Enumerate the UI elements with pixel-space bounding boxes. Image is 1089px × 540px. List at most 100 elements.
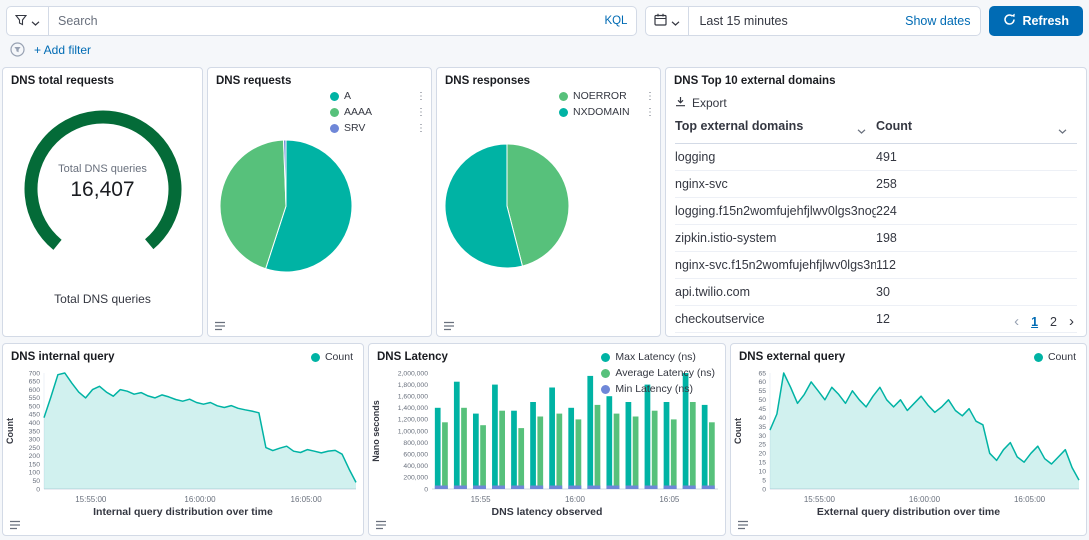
panel-title: DNS total requests xyxy=(3,68,202,87)
panel-dns-latency: DNS Latency Max Latency (ns)Average Late… xyxy=(368,343,726,536)
legend-label: NXDOMAIN xyxy=(573,106,630,118)
gauge-value: 16,407 xyxy=(3,178,202,202)
page-button-1[interactable]: 1 xyxy=(1031,315,1038,329)
legend-label: Average Latency (ns) xyxy=(615,367,715,379)
domain-cell: nginx-svc.f15n2womfujehfjlwv0lgs3no... xyxy=(675,252,876,279)
svg-text:350: 350 xyxy=(29,428,41,435)
sort-chevron-icon xyxy=(857,123,866,137)
legend-item-srv[interactable]: SRV⋮ xyxy=(330,122,426,134)
filter-options-icon[interactable] xyxy=(10,42,25,57)
date-picker-button[interactable] xyxy=(645,6,689,36)
legend-item-aaaa[interactable]: AAAA⋮ xyxy=(330,106,426,118)
panel-title: DNS Top 10 external domains xyxy=(666,68,1086,87)
svg-text:16:05: 16:05 xyxy=(659,495,680,504)
panel-dns-top-external-domains: DNS Top 10 external domains Export Top e… xyxy=(665,67,1087,337)
previous-page-icon[interactable]: ‹ xyxy=(1014,314,1019,329)
legend-options-icon[interactable]: ⋮ xyxy=(410,123,426,134)
page-button-2[interactable]: 2 xyxy=(1050,315,1057,329)
legend-toggle-icon[interactable] xyxy=(375,519,387,531)
legend-item-count[interactable]: Count xyxy=(1034,351,1076,363)
refresh-button[interactable]: Refresh xyxy=(989,6,1083,36)
legend-toggle-icon[interactable] xyxy=(443,320,455,332)
svg-text:15:55:00: 15:55:00 xyxy=(804,495,836,504)
svg-text:300: 300 xyxy=(29,437,41,444)
legend-item-min-latency-ns-[interactable]: Min Latency (ns) xyxy=(601,383,715,395)
svg-text:400,000: 400,000 xyxy=(403,463,428,470)
legend-options-icon[interactable]: ⋮ xyxy=(639,107,655,118)
legend-toggle-icon[interactable] xyxy=(214,320,226,332)
internal-query-legend: Count xyxy=(311,351,353,363)
legend-label: Max Latency (ns) xyxy=(615,351,696,363)
add-filter-link[interactable]: + Add filter xyxy=(34,43,91,57)
svg-text:60: 60 xyxy=(758,379,766,386)
show-dates-link[interactable]: Show dates xyxy=(905,14,970,28)
sort-chevron-icon xyxy=(1058,123,1067,137)
legend-item-max-latency-ns-[interactable]: Max Latency (ns) xyxy=(601,351,715,363)
domain-cell: api.twilio.com xyxy=(675,279,876,306)
column-label: Top external domains xyxy=(675,119,803,133)
svg-text:200: 200 xyxy=(29,453,41,460)
saved-query-menu-button[interactable] xyxy=(6,6,49,36)
next-page-icon[interactable]: › xyxy=(1069,314,1074,329)
latency-legend: Max Latency (ns) Average Latency (ns) Min … xyxy=(601,351,715,395)
export-button[interactable]: Export xyxy=(675,96,1078,110)
svg-text:1,600,000: 1,600,000 xyxy=(398,394,428,401)
svg-text:16:00: 16:00 xyxy=(565,495,586,504)
legend-label: Count xyxy=(1048,351,1076,363)
svg-text:45: 45 xyxy=(758,406,766,413)
legend-options-icon[interactable]: ⋮ xyxy=(410,107,426,118)
legend-dot xyxy=(601,369,610,378)
svg-text:Count: Count xyxy=(5,418,15,444)
query-language-toggle[interactable]: KQL xyxy=(604,15,627,27)
legend-item-noerror[interactable]: NOERROR ⋮ xyxy=(559,90,655,102)
svg-text:30: 30 xyxy=(758,433,766,440)
search-input[interactable] xyxy=(58,14,604,28)
svg-text:50: 50 xyxy=(32,478,40,485)
legend-item-nxdomain[interactable]: NXDOMAIN ⋮ xyxy=(559,106,655,118)
x-axis-title: External query distribution over time xyxy=(731,506,1086,518)
legend-item-a[interactable]: A⋮ xyxy=(330,90,426,102)
domain-cell: logging.f15n2womfujehfjlwv0lgs3nog.... xyxy=(675,198,876,225)
legend-item-average-latency-ns-[interactable]: Average Latency (ns) xyxy=(601,367,715,379)
gauge-center: Total DNS queries 16,407 xyxy=(3,163,202,202)
legend-label: A xyxy=(344,90,351,102)
svg-text:20: 20 xyxy=(758,451,766,458)
panel-title: DNS external query xyxy=(731,344,1086,363)
svg-text:40: 40 xyxy=(758,415,766,422)
svg-text:15: 15 xyxy=(758,460,766,467)
svg-text:1,000,000: 1,000,000 xyxy=(398,428,428,435)
domain-cell: logging xyxy=(675,144,876,171)
count-cell: 224 xyxy=(876,198,1077,225)
external-query-area-chart: 0510152025303540455055606515:55:0016:00:… xyxy=(732,365,1087,505)
legend-dot xyxy=(311,353,320,362)
domain-cell: nginx-svc xyxy=(675,171,876,198)
top-domains-table: Top external domains Count logging491ngi… xyxy=(675,112,1077,333)
dashboard-row-2: DNS internal query Count 050100150200250… xyxy=(0,343,1089,536)
legend-label: NOERROR xyxy=(573,90,627,102)
legend-toggle-icon[interactable] xyxy=(9,519,21,531)
legend-item-count[interactable]: Count xyxy=(311,351,353,363)
chevron-down-icon xyxy=(671,14,680,29)
legend-label: Min Latency (ns) xyxy=(615,383,693,395)
time-range-label[interactable]: Last 15 minutes xyxy=(699,14,787,28)
svg-text:16:00:00: 16:00:00 xyxy=(909,495,941,504)
svg-text:200,000: 200,000 xyxy=(403,475,428,482)
svg-text:25: 25 xyxy=(758,442,766,449)
legend-toggle-icon[interactable] xyxy=(737,519,749,531)
domain-cell: checkoutservice xyxy=(675,306,876,333)
query-bar: KQL Last 15 minutes Show dates Refresh xyxy=(0,0,1089,36)
svg-text:500: 500 xyxy=(29,403,41,410)
panel-dns-requests: DNS requests A⋮AAAA⋮SRV⋮ xyxy=(207,67,432,337)
legend-dot xyxy=(1034,353,1043,362)
svg-text:65: 65 xyxy=(758,370,766,377)
column-header-count[interactable]: Count xyxy=(876,112,1077,144)
count-cell: 491 xyxy=(876,144,1077,171)
legend-options-icon[interactable]: ⋮ xyxy=(410,91,426,102)
gauge-label: Total DNS queries xyxy=(3,163,202,175)
column-header-domains[interactable]: Top external domains xyxy=(675,112,876,144)
count-cell: 30 xyxy=(876,279,1077,306)
legend-options-icon[interactable]: ⋮ xyxy=(639,91,655,102)
gauge-footer-label: Total DNS queries xyxy=(3,292,202,306)
panel-dns-external-query: DNS external query Count 051015202530354… xyxy=(730,343,1087,536)
svg-text:650: 650 xyxy=(29,379,41,386)
